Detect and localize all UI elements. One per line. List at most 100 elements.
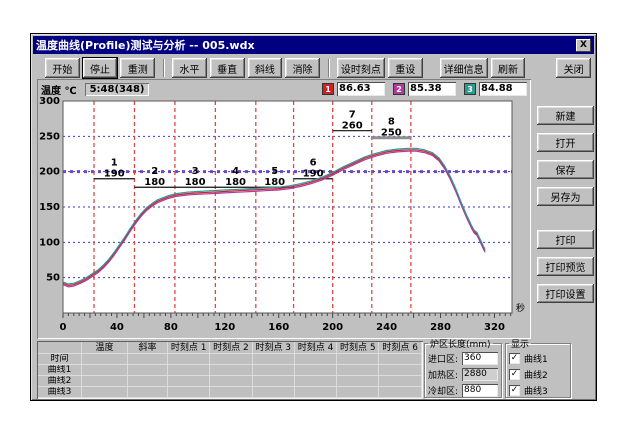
print-button[interactable]: 打印	[537, 230, 594, 249]
save-button[interactable]: 保存	[537, 160, 594, 179]
table-cell	[128, 365, 168, 376]
table-cell	[295, 387, 337, 398]
table-cell	[82, 354, 128, 365]
new-button[interactable]: 新建	[537, 106, 594, 125]
close-button[interactable]: 关闭	[556, 58, 591, 78]
reset-button[interactable]: 重设	[388, 58, 423, 78]
row-label-time: 时间	[38, 354, 82, 365]
curve1-checkbox[interactable]: ✓	[509, 353, 520, 364]
svg-text:4: 4	[232, 166, 239, 177]
slant-line-button[interactable]: 斜线	[248, 58, 283, 78]
open-button[interactable]: 打开	[537, 133, 594, 152]
svg-text:7: 7	[349, 110, 356, 121]
chart-header: 温度 ℃ 5:48(348) 1 86.63 2 85.38 3 84.88	[41, 81, 527, 97]
set-timepoint-button[interactable]: 设时刻点	[337, 58, 385, 78]
inlet-zone-input[interactable]: 360	[462, 352, 498, 365]
erase-button[interactable]: 消除	[285, 58, 320, 78]
oven-panel-title: 炉区长度(mm)	[428, 337, 493, 350]
row-label-curve1: 曲线1	[38, 365, 82, 376]
table-cell	[210, 365, 252, 376]
svg-text:200: 200	[322, 322, 343, 333]
curve2-temp-value: 85.38	[408, 82, 456, 96]
start-button[interactable]: 开始	[45, 58, 80, 78]
cooling-zone-input[interactable]: 880	[462, 384, 498, 397]
display-panel-title: 显示	[509, 337, 531, 350]
refresh-button[interactable]: 刷新	[491, 58, 526, 78]
table-cell	[253, 387, 295, 398]
table-header: 斜率	[128, 342, 168, 354]
svg-text:250: 250	[39, 131, 60, 142]
close-icon[interactable]: X	[576, 39, 591, 52]
table-cell	[128, 354, 168, 365]
svg-text:50: 50	[46, 273, 60, 284]
table-cell	[337, 376, 379, 387]
chart-panel: 温度 ℃ 5:48(348) 1 86.63 2 85.38 3 84.88 0…	[37, 79, 531, 339]
svg-text:1: 1	[111, 158, 118, 169]
heating-zone-input[interactable]: 2880	[462, 368, 498, 381]
svg-text:250: 250	[381, 128, 402, 139]
table-cell	[337, 354, 379, 365]
curve2-swatch-icon: 2	[393, 83, 405, 95]
curve1-swatch-icon: 1	[322, 83, 334, 95]
table-cell	[295, 354, 337, 365]
svg-text:300: 300	[39, 97, 60, 107]
table-cell	[82, 376, 128, 387]
display-panel: 显示 ✓ 曲线1 ✓ 曲线2 ✓ 曲线3	[505, 337, 571, 398]
stop-button[interactable]: 停止	[83, 58, 118, 78]
table-cell	[168, 387, 210, 398]
table-header	[38, 342, 82, 354]
title-bar[interactable]: 温度曲线(Profile)测试与分析 -- 005.wdx X	[33, 36, 594, 54]
svg-text:180: 180	[185, 177, 206, 188]
table-header: 温度	[82, 342, 128, 354]
table-cell	[210, 376, 252, 387]
toolbar-separator	[328, 59, 330, 77]
table-header: 时刻点 6	[379, 342, 421, 354]
table-header: 时刻点 5	[337, 342, 379, 354]
print-preview-button[interactable]: 打印预览	[537, 257, 594, 276]
svg-text:320: 320	[484, 322, 505, 333]
curve3-checkbox-label: 曲线3	[524, 384, 548, 397]
table-cell	[253, 365, 295, 376]
svg-text:5: 5	[271, 166, 278, 177]
details-button[interactable]: 详细信息	[440, 58, 488, 78]
table-cell	[82, 365, 128, 376]
table-header: 时刻点 4	[295, 342, 337, 354]
horizontal-line-button[interactable]: 水平	[172, 58, 207, 78]
heating-zone-label: 加热区:	[428, 368, 462, 381]
toolbar: 开始 停止 重测 水平 垂直 斜线 消除 设时刻点 重设 详细信息 刷新 关闭	[33, 55, 594, 81]
table-cell	[168, 354, 210, 365]
table-cell	[379, 365, 421, 376]
svg-text:200: 200	[39, 167, 60, 178]
legend-item-3: 3 84.88	[464, 82, 527, 96]
table-cell	[379, 376, 421, 387]
row-label-curve3: 曲线3	[38, 387, 82, 398]
table-cell	[253, 354, 295, 365]
table-header: 时刻点 1	[168, 342, 210, 354]
retest-button[interactable]: 重测	[120, 58, 155, 78]
table-cell	[168, 376, 210, 387]
curve1-temp-value: 86.63	[337, 82, 385, 96]
legend: 1 86.63 2 85.38 3 84.88	[322, 82, 527, 96]
profile-chart[interactable]: 0408012016020024028032050100150200250300…	[37, 97, 531, 337]
svg-text:180: 180	[225, 177, 246, 188]
curve3-swatch-icon: 3	[464, 83, 476, 95]
svg-text:150: 150	[39, 202, 60, 213]
table-cell	[253, 376, 295, 387]
svg-text:6: 6	[310, 158, 317, 169]
vertical-line-button[interactable]: 垂直	[210, 58, 245, 78]
row-label-curve2: 曲线2	[38, 376, 82, 387]
print-setup-button[interactable]: 打印设置	[537, 284, 594, 303]
curve2-checkbox[interactable]: ✓	[509, 369, 520, 380]
save-as-button[interactable]: 另存为	[537, 187, 594, 206]
curve3-checkbox[interactable]: ✓	[509, 385, 520, 396]
toolbar-separator	[163, 59, 165, 77]
results-table: 温度 斜率 时刻点 1 时刻点 2 时刻点 3 时刻点 4 时刻点 5 时刻点 …	[37, 341, 423, 399]
svg-text:8: 8	[388, 117, 395, 128]
svg-text:100: 100	[39, 237, 60, 248]
table-header: 时刻点 2	[210, 342, 252, 354]
time-display: 5:48(348)	[85, 83, 150, 96]
curve2-checkbox-label: 曲线2	[524, 368, 548, 381]
table-cell	[168, 365, 210, 376]
file-button-column: 新建 打开 保存 另存为 打印 打印预览 打印设置	[537, 106, 594, 311]
axis-title: 温度 ℃	[41, 82, 77, 97]
